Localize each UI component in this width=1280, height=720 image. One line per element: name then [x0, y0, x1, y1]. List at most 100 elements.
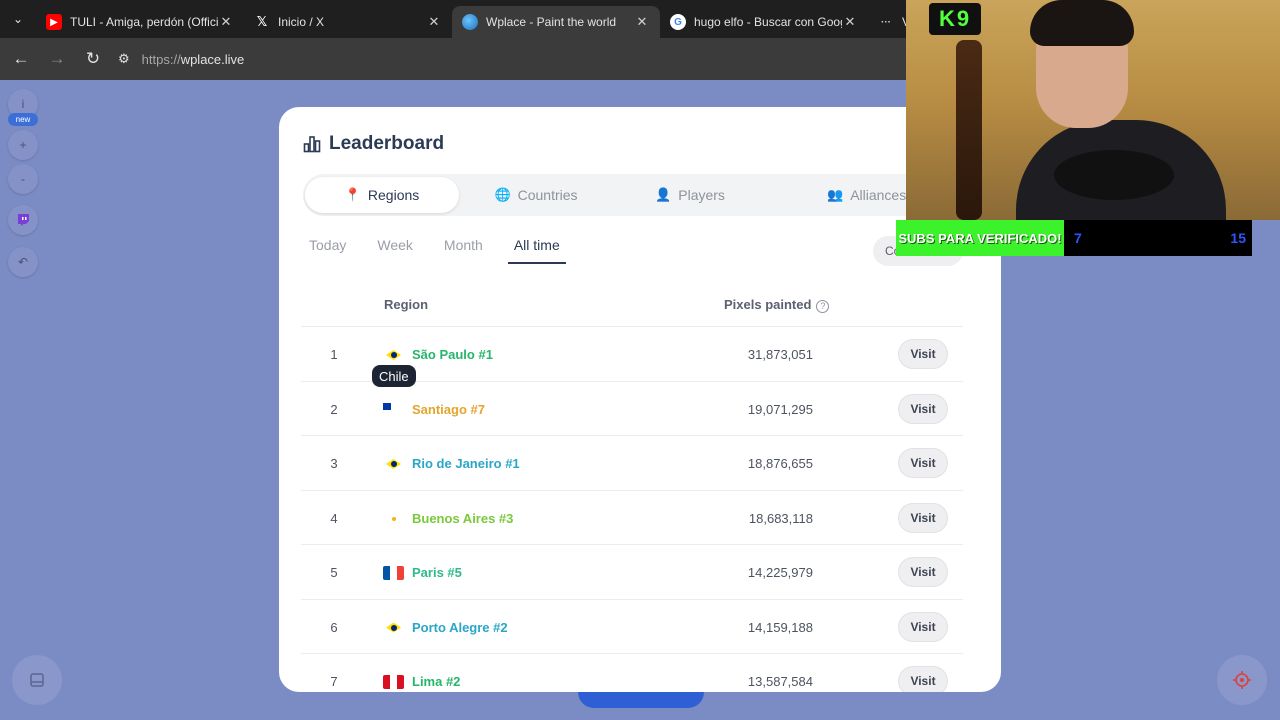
zoom-out-button[interactable]: -: [8, 164, 38, 194]
region-name[interactable]: Rio de Janeiro #1: [412, 456, 520, 471]
twitch-icon: [18, 214, 29, 226]
flag-fr-icon[interactable]: [383, 566, 404, 580]
minus-icon: -: [21, 172, 25, 186]
modal-header: Leaderboard: [303, 133, 444, 155]
pixels-painted: 31,873,051: [747, 347, 813, 362]
pixels-painted: 14,159,188: [747, 619, 813, 635]
undo-icon: ↶: [17, 255, 29, 269]
browser-tab[interactable]: 𝕏 Inicio / X ✕: [244, 6, 452, 38]
pixels-painted: 14,225,979: [747, 565, 813, 580]
rank: 6: [330, 619, 338, 635]
google-icon: G: [670, 14, 686, 30]
help-icon[interactable]: ?: [816, 300, 830, 313]
globe-icon: 🌐: [494, 187, 511, 202]
tab-title: Wplace - Paint the world: [486, 15, 617, 29]
back-button[interactable]: ←: [4, 42, 38, 76]
region-name[interactable]: Paris #5: [412, 565, 462, 580]
microphone: [1054, 150, 1174, 200]
subs-goal: 15: [1230, 230, 1246, 246]
undo-button[interactable]: ↶: [8, 247, 38, 277]
crosshair-icon: [1233, 671, 1251, 689]
table-row: 2 Santiago #7 19,071,295 Visit: [301, 380, 963, 436]
country-tooltip: Chile: [372, 365, 416, 387]
period-today[interactable]: Today: [303, 237, 352, 264]
region-name[interactable]: Buenos Aires #3: [412, 511, 513, 526]
tab-label: Players: [678, 187, 725, 203]
map-icon: [30, 673, 44, 687]
region-name[interactable]: Lima #2: [412, 674, 460, 689]
period-tabs: Today Week Month All time: [303, 237, 585, 264]
tab-title: Inicio / X: [278, 15, 325, 29]
user-icon: 👤: [655, 187, 672, 202]
close-icon[interactable]: ✕: [842, 14, 858, 30]
pixels-painted: 19,071,295: [747, 401, 813, 417]
visit-button[interactable]: Visit: [898, 557, 948, 587]
arrow-right-icon: →: [48, 49, 66, 68]
reload-button[interactable]: ↻: [76, 42, 110, 76]
streamer-hair: [1030, 0, 1134, 46]
channel-logo: K9: [929, 3, 981, 35]
column-header-pixels: Pixels painted?: [724, 297, 830, 313]
visit-button[interactable]: Visit: [898, 448, 948, 478]
subs-count: 7: [1074, 230, 1082, 246]
visit-button[interactable]: Visit: [898, 611, 948, 642]
url-protocol: https://: [141, 51, 181, 67]
region-name[interactable]: Santiago #7: [412, 402, 485, 417]
rank: 2: [330, 401, 338, 417]
period-month[interactable]: Month: [438, 237, 489, 264]
tab-label: Countries: [517, 187, 578, 203]
arrow-left-icon: ←: [12, 49, 30, 68]
region-name[interactable]: São Paulo #1: [412, 347, 493, 362]
flag-pe-icon[interactable]: [383, 675, 404, 689]
tab-players[interactable]: 👤 Players: [613, 177, 767, 213]
browser-tab[interactable]: ▶ TULI - Amiga, perdón (Offici ✕: [36, 6, 244, 38]
locate-button[interactable]: [1217, 655, 1267, 705]
zoom-in-button[interactable]: +: [8, 130, 38, 160]
map-button[interactable]: [12, 655, 62, 705]
map-pin-icon: 📍: [344, 187, 361, 202]
forward-button[interactable]: →: [40, 42, 74, 76]
tab-label: Regions: [367, 187, 420, 203]
globe-icon: [462, 14, 478, 30]
rank: 5: [330, 565, 338, 580]
close-icon[interactable]: ✕: [426, 14, 442, 30]
tab-countries[interactable]: 🌐 Countries: [459, 177, 613, 213]
twitch-button[interactable]: [8, 205, 38, 235]
visit-button[interactable]: Visit: [898, 393, 948, 424]
tab-search-menu[interactable]: ⌄: [0, 0, 36, 38]
region-name[interactable]: Porto Alegre #2: [412, 620, 508, 635]
tab-title: TULI - Amiga, perdón (Offici: [70, 15, 218, 29]
rank: 4: [330, 510, 338, 526]
visit-button[interactable]: Visit: [898, 502, 948, 533]
browser-tab[interactable]: G hugo elfo - Buscar con Goog ✕: [660, 6, 868, 38]
pixels-painted: 13,587,584: [747, 674, 813, 689]
browser-tab-active[interactable]: Wplace - Paint the world ✕: [452, 6, 660, 38]
close-icon[interactable]: ✕: [218, 14, 234, 30]
info-icon: i: [21, 97, 25, 111]
table-row: 5 Paris #5 14,225,979 Visit: [301, 544, 963, 599]
url-host: wplace.live: [180, 51, 245, 67]
guitar-shape: [956, 40, 982, 220]
subs-goal-bar: SUBS PARA VERIFICADO! 7 15: [896, 220, 1252, 256]
pixels-painted: 18,876,655: [747, 456, 813, 471]
close-icon[interactable]: ✕: [634, 14, 650, 30]
table-row: 4 Buenos Aires #3 18,683,118 Visit: [301, 489, 963, 545]
site-settings-icon[interactable]: ⚙: [118, 51, 130, 67]
visit-button[interactable]: Visit: [898, 666, 948, 692]
period-all-time[interactable]: All time: [507, 237, 566, 264]
users-icon: 👥: [827, 187, 844, 202]
tab-regions[interactable]: 📍 Regions: [305, 177, 459, 213]
url-field[interactable]: ⚙ https:// wplace.live: [118, 51, 244, 67]
visit-button[interactable]: Visit: [898, 339, 948, 369]
header-label: Pixels painted: [724, 297, 812, 312]
period-week[interactable]: Week: [371, 237, 419, 264]
category-tabs: 📍 Regions 🌐 Countries 👤 Players 👥 Allian…: [303, 174, 983, 216]
bar-chart-icon: [303, 136, 321, 153]
chevron-down-icon: ⌄: [12, 12, 24, 26]
column-header-region: Region: [384, 297, 428, 312]
table-row: 6 Porto Alegre #2 14,159,188 Visit: [301, 598, 963, 654]
subs-goal-label: SUBS PARA VERIFICADO!: [896, 220, 1064, 256]
table-row: 3 Rio de Janeiro #1 18,876,655 Visit: [301, 435, 963, 490]
tab-label: Alliances: [850, 187, 907, 203]
leaderboard-modal: Leaderboard 📍 Regions 🌐 Countries 👤 Play…: [279, 107, 1001, 692]
